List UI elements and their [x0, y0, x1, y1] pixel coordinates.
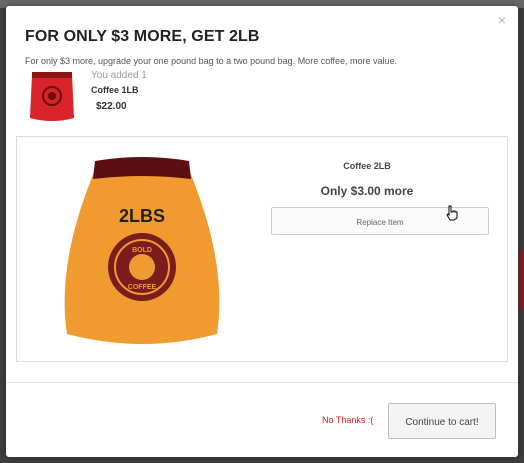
- pointer-cursor-icon: [446, 205, 458, 221]
- close-icon[interactable]: ×: [498, 12, 506, 28]
- added-item-name: Coffee 1LB: [91, 85, 139, 95]
- bag-size-label: 2LBS: [119, 206, 165, 226]
- offer-card: 2LBS BOLD COFFEE Coffee 2LB Only $3.00 m…: [16, 136, 508, 362]
- added-item-price: $22.00: [96, 101, 127, 112]
- modal-title: FOR ONLY $3 MORE, GET 2LB: [25, 28, 260, 45]
- modal-subtitle: For only $3 more, upgrade your one pound…: [25, 56, 398, 66]
- added-item-label: You added 1: [91, 70, 147, 81]
- coffee-bag-red-icon: [30, 72, 74, 121]
- logo-top-text: BOLD: [132, 247, 152, 254]
- logo-bottom-text: COFFEE: [128, 284, 157, 291]
- offer-price-text: Only $3.00 more: [320, 184, 414, 198]
- offer-product-name: Coffee 2LB: [343, 161, 391, 171]
- no-thanks-link[interactable]: No Thanks :(: [322, 415, 373, 425]
- continue-to-cart-button[interactable]: Continue to cart!: [388, 403, 496, 439]
- footer-divider: [6, 382, 518, 383]
- upsell-modal: × FOR ONLY $3 MORE, GET 2LB For only $3 …: [6, 6, 518, 457]
- coffee-bag-orange-icon: 2LBS BOLD COFFEE: [64, 157, 220, 344]
- background-accent: [520, 250, 524, 310]
